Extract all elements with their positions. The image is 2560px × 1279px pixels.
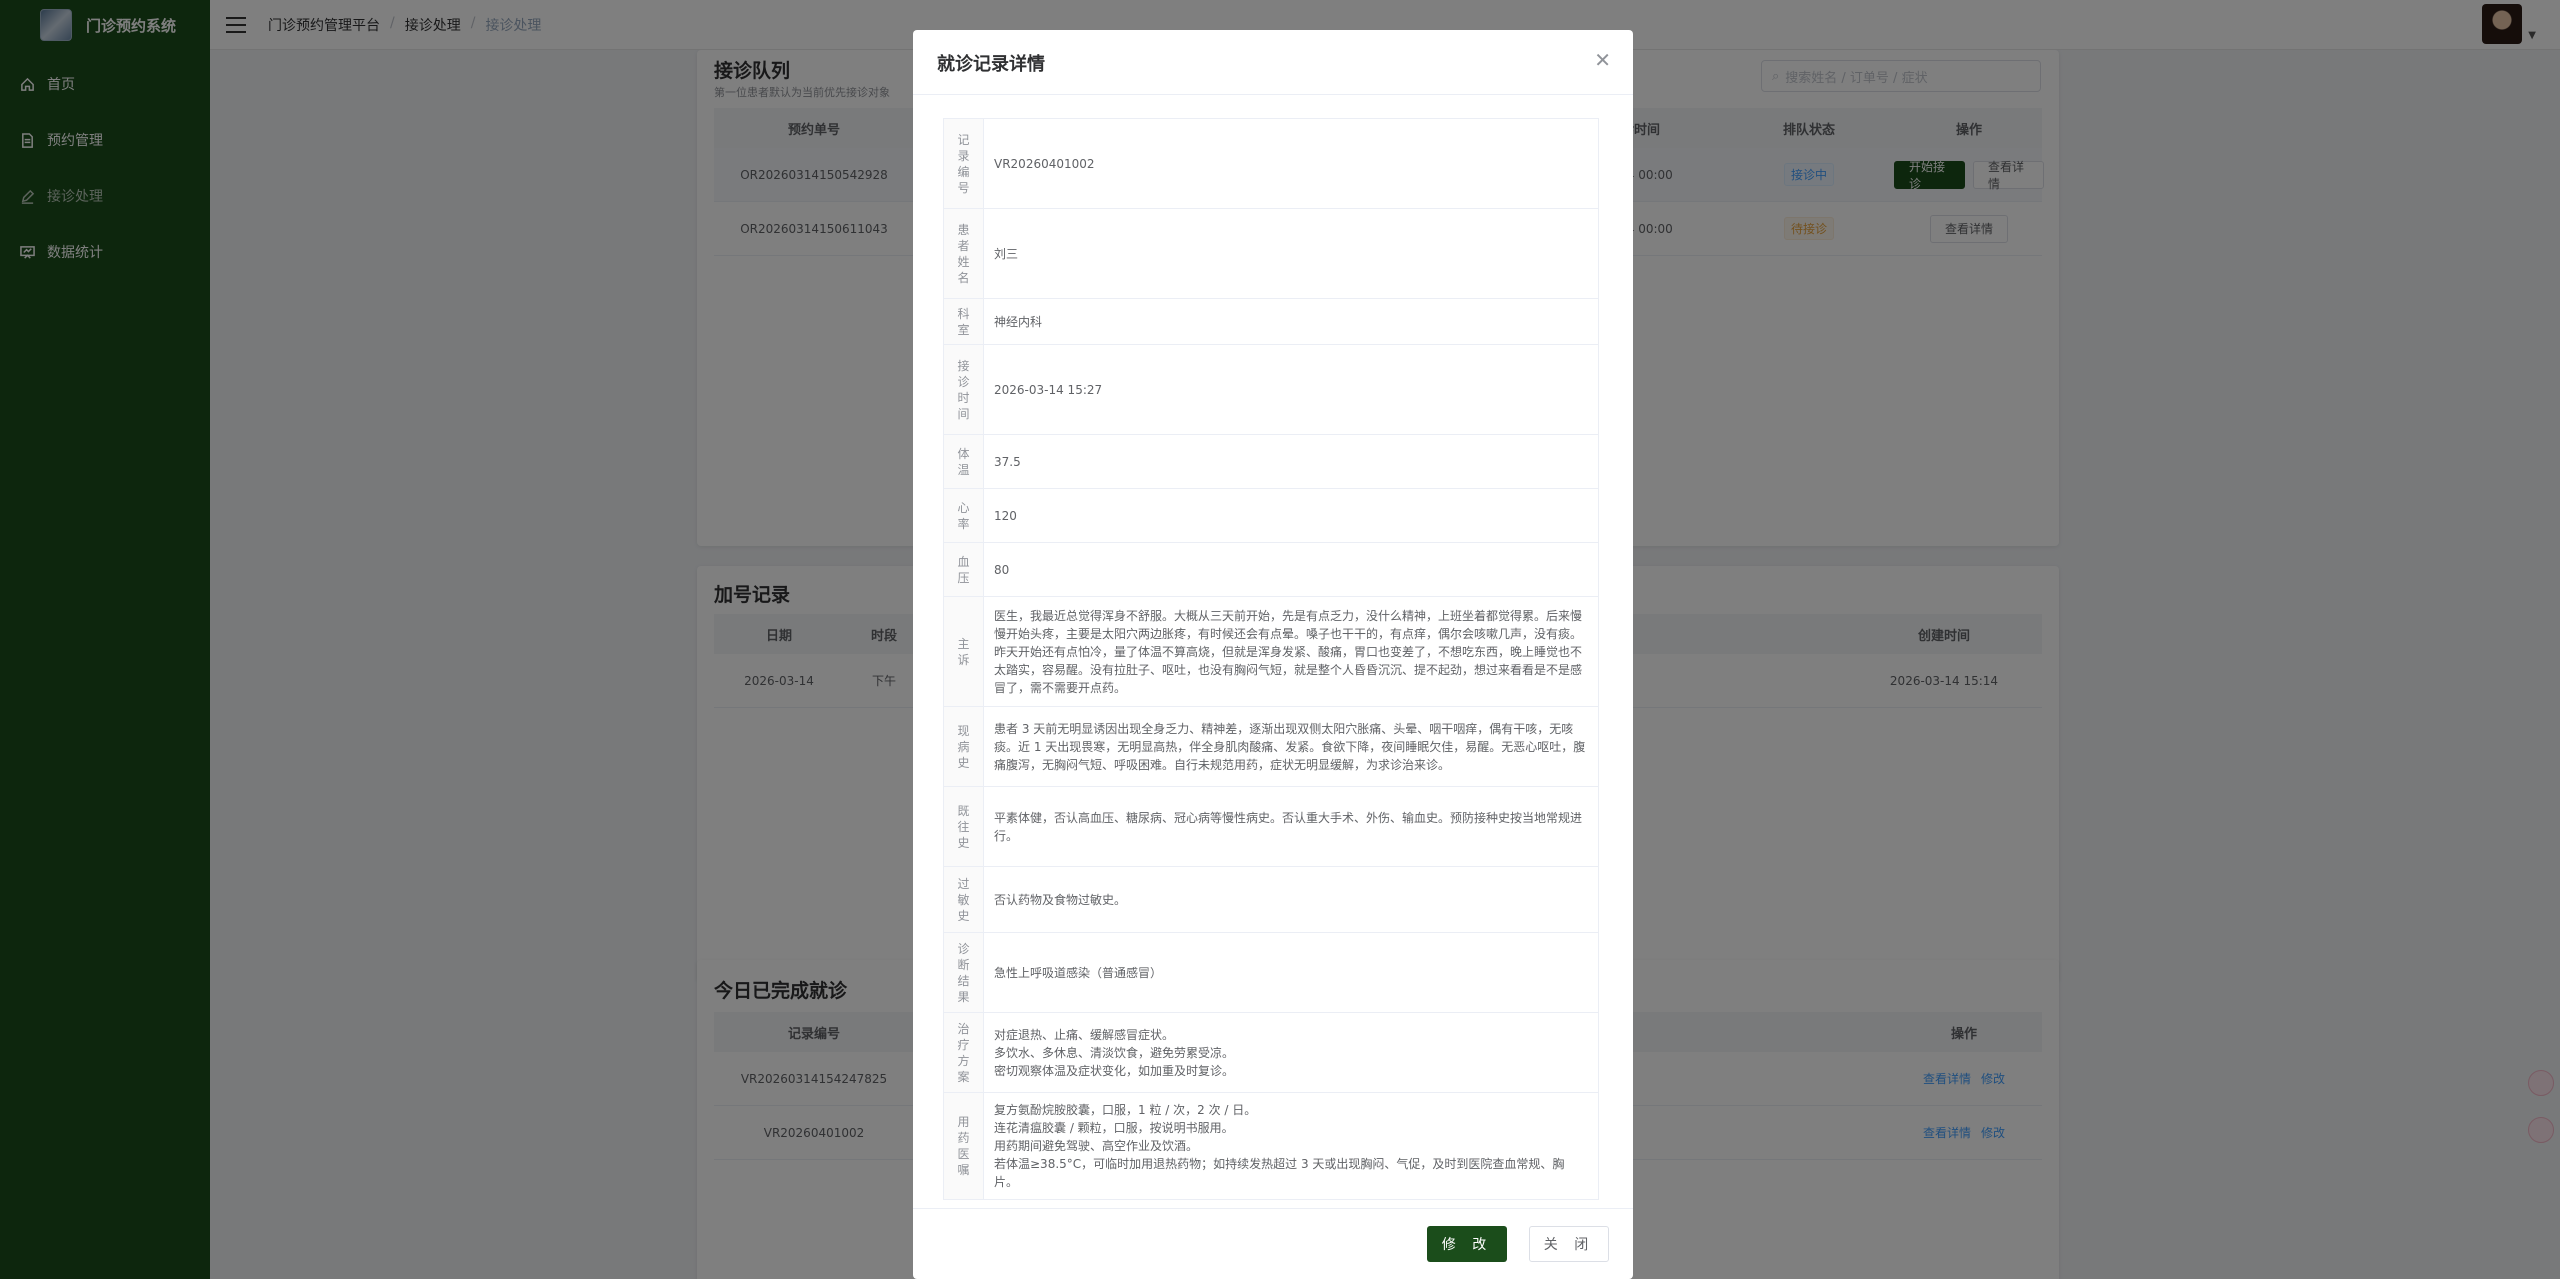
detail-label: 治疗方案: [943, 1012, 984, 1093]
close-button[interactable]: 关 闭: [1529, 1226, 1609, 1262]
detail-value: 刘三: [983, 208, 1599, 299]
detail-label: 接诊时间: [943, 344, 984, 435]
detail-label-text: 主诉: [957, 636, 970, 667]
edit-button[interactable]: 修 改: [1427, 1226, 1507, 1262]
detail-label: 诊断结果: [943, 932, 984, 1013]
detail-value: 120: [983, 488, 1599, 543]
detail-value: 急性上呼吸道感染（普通感冒）: [983, 932, 1599, 1013]
visit-record-dialog: 就诊记录详情 ✕ 记录编号 VR20260401002 患者姓名 刘三 科室 神经内科 接诊…: [913, 30, 1633, 1279]
detail-value: 37.5: [983, 434, 1599, 489]
detail-row: 主诉 医生，我最近总觉得浑身不舒服。大概从三天前开始，先是有点乏力，没什么精神，上…: [943, 596, 1599, 707]
detail-label: 科室: [943, 298, 984, 345]
detail-value: 复方氨酚烷胺胶囊，口服，1 粒 / 次，2 次 / 日。 连花清瘟胶囊 / 颗粒…: [983, 1092, 1599, 1200]
divider: [913, 94, 1633, 95]
detail-row: 过敏史 否认药物及食物过敏史。: [943, 866, 1599, 933]
detail-row: 诊断结果 急性上呼吸道感染（普通感冒）: [943, 932, 1599, 1013]
detail-value: 神经内科: [983, 298, 1599, 345]
detail-label-text: 诊断结果: [957, 941, 970, 1004]
divider: [913, 1208, 1633, 1209]
detail-label: 既往史: [943, 786, 984, 867]
detail-row: 用药医嘱 复方氨酚烷胺胶囊，口服，1 粒 / 次，2 次 / 日。 连花清瘟胶囊 …: [943, 1092, 1599, 1200]
detail-row: 患者姓名 刘三: [943, 208, 1599, 299]
detail-row: 既往史 平素体健，否认高血压、糖尿病、冠心病等慢性病史。否认重大手术、外伤、输血史…: [943, 786, 1599, 867]
detail-value: 平素体健，否认高血压、糖尿病、冠心病等慢性病史。否认重大手术、外伤、输血史。预防…: [983, 786, 1599, 867]
detail-label-text: 患者姓名: [957, 222, 970, 285]
detail-label: 用药医嘱: [943, 1092, 984, 1200]
detail-row: 治疗方案 对症退热、止痛、缓解感冒症状。 多饮水、多休息、清淡饮食，避免劳累受凉。…: [943, 1012, 1599, 1093]
detail-label-text: 过敏史: [957, 876, 970, 923]
close-icon[interactable]: ✕: [1594, 48, 1611, 72]
detail-label: 过敏史: [943, 866, 984, 933]
dialog-title: 就诊记录详情: [937, 54, 1045, 75]
detail-value: 2026-03-14 15:27: [983, 344, 1599, 435]
detail-label: 患者姓名: [943, 208, 984, 299]
detail-value: 患者 3 天前无明显诱因出现全身乏力、精神差，逐渐出现双侧太阳穴胀痛、头晕、咽干…: [983, 706, 1599, 787]
detail-value: 对症退热、止痛、缓解感冒症状。 多饮水、多休息、清淡饮食，避免劳累受凉。 密切观…: [983, 1012, 1599, 1093]
detail-label: 体温: [943, 434, 984, 489]
detail-label: 血压: [943, 542, 984, 597]
detail-label: 主诉: [943, 596, 984, 707]
record-details-table: 记录编号 VR20260401002 患者姓名 刘三 科室 神经内科 接诊时间 2026-03…: [943, 118, 1599, 1200]
detail-label-text: 血压: [957, 554, 970, 585]
detail-label: 心率: [943, 488, 984, 543]
detail-row: 接诊时间 2026-03-14 15:27: [943, 344, 1599, 435]
detail-label-text: 现病史: [957, 723, 970, 770]
detail-label-text: 接诊时间: [957, 358, 970, 421]
detail-label-text: 科室: [957, 306, 970, 337]
detail-row: 现病史 患者 3 天前无明显诱因出现全身乏力、精神差，逐渐出现双侧太阳穴胀痛、头晕…: [943, 706, 1599, 787]
detail-label-text: 治疗方案: [957, 1021, 970, 1084]
detail-label-text: 用药医嘱: [957, 1115, 970, 1177]
detail-value: 否认药物及食物过敏史。: [983, 866, 1599, 933]
detail-row: 体温 37.5: [943, 434, 1599, 489]
detail-value: 医生，我最近总觉得浑身不舒服。大概从三天前开始，先是有点乏力，没什么精神，上班坐…: [983, 596, 1599, 707]
detail-row: 记录编号 VR20260401002: [943, 118, 1599, 209]
detail-row: 血压 80: [943, 542, 1599, 597]
detail-label-text: 心率: [957, 500, 970, 531]
detail-label-text: 体温: [957, 446, 970, 477]
detail-label-text: 记录编号: [957, 132, 970, 195]
detail-label-text: 既往史: [957, 803, 970, 850]
detail-label: 记录编号: [943, 118, 984, 209]
detail-label: 现病史: [943, 706, 984, 787]
detail-row: 科室 神经内科: [943, 298, 1599, 345]
detail-row: 心率 120: [943, 488, 1599, 543]
detail-value: VR20260401002: [983, 118, 1599, 209]
detail-value: 80: [983, 542, 1599, 597]
